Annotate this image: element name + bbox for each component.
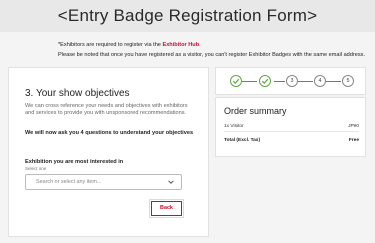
- divider: [224, 131, 359, 132]
- step-1-complete: [230, 75, 242, 87]
- chevron-down-icon: [168, 180, 174, 184]
- page-title: <Entry Badge Registration Form>: [57, 6, 318, 25]
- order-item-label: 1x Visitor: [224, 124, 244, 129]
- checkmark-icon: [232, 78, 240, 84]
- step-connector: [298, 81, 313, 82]
- order-total-row: Total (Excl. Tax) Free: [224, 138, 359, 143]
- questions-note: We will now ask you 4 questions to under…: [25, 130, 194, 136]
- step-title: 3. Your show objectives: [25, 88, 130, 99]
- exhibition-field-label: Exhibition you are most interested in: [25, 159, 124, 165]
- step-4: 4: [314, 75, 326, 87]
- order-total-label: Total (Excl. Tax): [224, 138, 261, 143]
- checkmark-icon: [261, 78, 269, 84]
- order-summary-card: Order summary 1x Visitor JP¥0 Total (Exc…: [215, 97, 366, 157]
- step-2-complete: [259, 75, 271, 87]
- objectives-card: 3. Your show objectives We can cross ref…: [8, 67, 209, 237]
- step-5: 5: [342, 75, 354, 87]
- step-connector: [274, 81, 285, 82]
- order-item-row: 1x Visitor JP¥0: [224, 124, 359, 129]
- step-connector: [326, 81, 341, 82]
- back-button[interactable]: Back: [151, 201, 182, 216]
- exhibition-select-placeholder: Search or select any item...: [36, 179, 102, 185]
- exhibitor-hub-link[interactable]: Exhibitor Hub: [162, 42, 199, 48]
- exhibitor-notice: *Exhibitors are required to register via…: [58, 42, 201, 48]
- order-item-price: JP¥0: [348, 124, 359, 129]
- step-connector: [242, 81, 257, 82]
- email-notice: Please be noted that once you have regis…: [58, 52, 366, 58]
- exhibition-field-sublabel: Select one: [25, 166, 47, 171]
- order-summary-title: Order summary: [224, 106, 287, 116]
- header-banner: <Entry Badge Registration Form>: [0, 0, 375, 32]
- exhibition-select[interactable]: Search or select any item...: [25, 174, 182, 190]
- step-description: We can cross reference your needs and ob…: [25, 103, 188, 116]
- step-3: 3: [286, 75, 298, 87]
- order-total-value: Free: [348, 138, 359, 143]
- progress-steps: 3 4 5: [215, 67, 366, 95]
